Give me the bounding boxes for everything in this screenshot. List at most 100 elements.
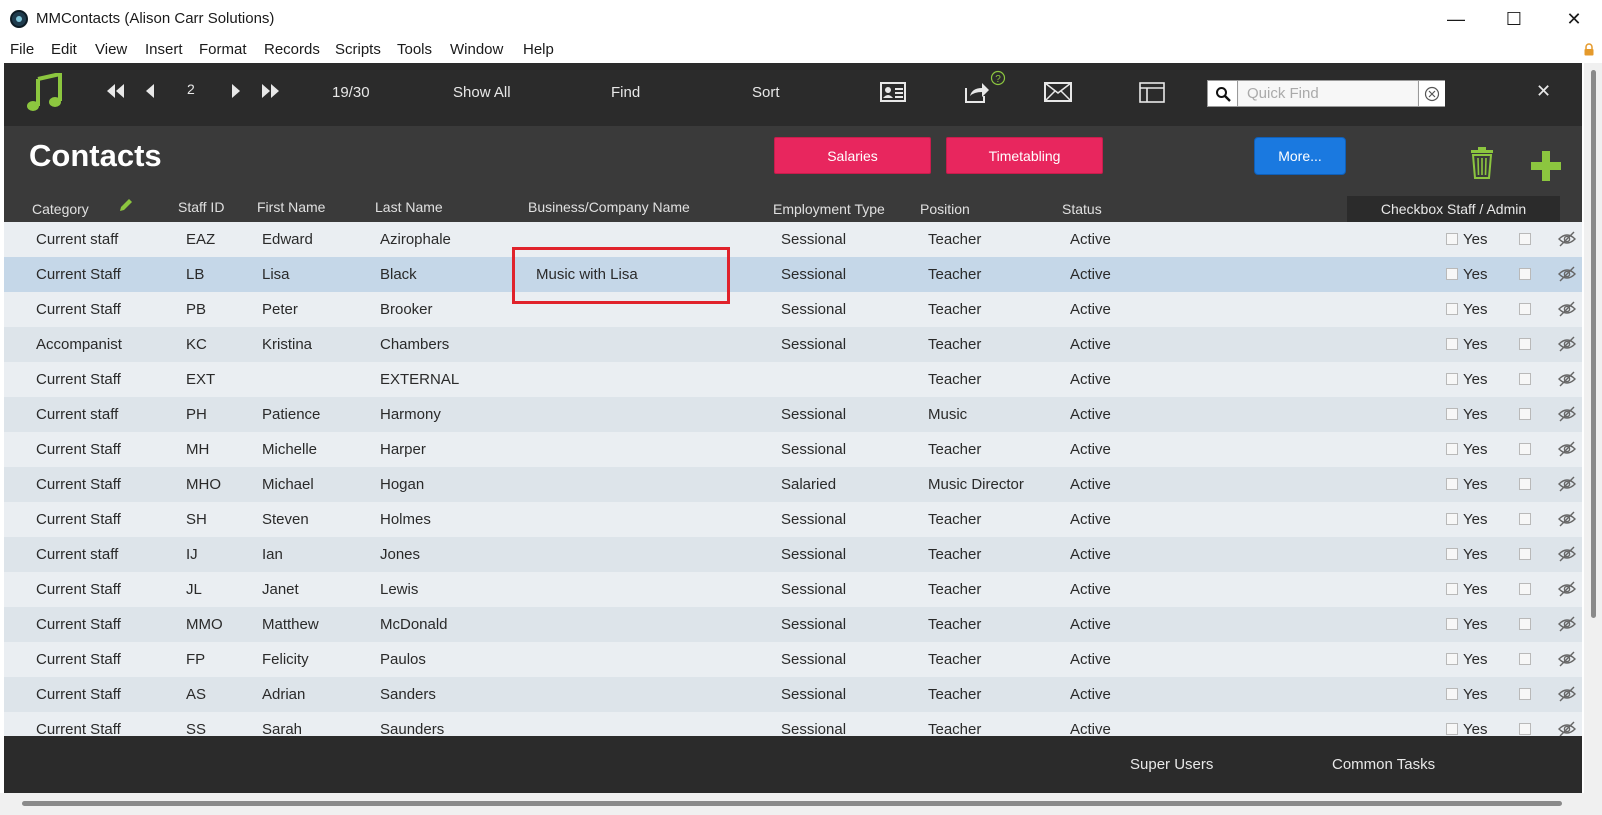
- menu-tools[interactable]: Tools: [397, 41, 432, 58]
- cell-category[interactable]: Current Staff: [36, 616, 121, 633]
- cell-staff-yes[interactable]: Yes: [1463, 686, 1487, 703]
- cell-first-name[interactable]: Patience: [262, 406, 320, 423]
- cell-first-name[interactable]: Edward: [262, 231, 313, 248]
- cell-employment-type[interactable]: Sessional: [781, 686, 846, 703]
- column-first-name[interactable]: First Name: [257, 199, 325, 215]
- cell-first-name[interactable]: Michelle: [262, 441, 317, 458]
- cell-category[interactable]: Current staff: [36, 231, 118, 248]
- clear-search-icon[interactable]: [1418, 81, 1445, 106]
- cell-status[interactable]: Active: [1070, 266, 1111, 283]
- quick-find-input[interactable]: [1239, 81, 1417, 106]
- menu-view[interactable]: View: [95, 41, 127, 58]
- cell-staff-yes[interactable]: Yes: [1463, 546, 1487, 563]
- cell-staff-yes[interactable]: Yes: [1463, 301, 1487, 318]
- timetabling-button[interactable]: Timetabling: [946, 137, 1103, 174]
- cell-status[interactable]: Active: [1070, 301, 1111, 318]
- cell-status[interactable]: Active: [1070, 406, 1111, 423]
- edit-pencil-icon[interactable]: [118, 197, 134, 213]
- cell-status[interactable]: Active: [1070, 476, 1111, 493]
- menu-edit[interactable]: Edit: [51, 41, 77, 58]
- cell-category[interactable]: Current Staff: [36, 266, 121, 283]
- cell-first-name[interactable]: Ian: [262, 546, 283, 563]
- admin-checkbox[interactable]: [1519, 548, 1531, 560]
- cell-staff-id[interactable]: AS: [186, 686, 206, 703]
- staff-checkbox[interactable]: [1446, 478, 1458, 490]
- cell-staff-yes[interactable]: Yes: [1463, 336, 1487, 353]
- cell-last-name[interactable]: Saunders: [380, 721, 444, 736]
- staff-checkbox[interactable]: [1446, 583, 1458, 595]
- hide-eye-icon[interactable]: [1557, 510, 1577, 528]
- hide-eye-icon[interactable]: [1557, 685, 1577, 703]
- staff-checkbox[interactable]: [1446, 303, 1458, 315]
- super-users-button[interactable]: Super Users: [1130, 756, 1213, 773]
- help-icon[interactable]: ?: [990, 70, 1006, 86]
- cell-staff-yes[interactable]: Yes: [1463, 231, 1487, 248]
- cell-category[interactable]: Current Staff: [36, 581, 121, 598]
- column-staff-id[interactable]: Staff ID: [178, 199, 224, 215]
- cell-employment-type[interactable]: Sessional: [781, 616, 846, 633]
- table-row[interactable]: Current Staff JL Janet Lewis Sessional Teache…: [4, 572, 1582, 607]
- cell-position[interactable]: Teacher: [928, 336, 981, 353]
- layout-icon[interactable]: [1139, 82, 1165, 103]
- column-category[interactable]: Category: [32, 201, 89, 217]
- cell-staff-id[interactable]: PB: [186, 301, 206, 318]
- table-row[interactable]: Current staff EAZ Edward Azirophale Sessiona…: [4, 222, 1582, 257]
- cell-staff-id[interactable]: EAZ: [186, 231, 215, 248]
- hide-eye-icon[interactable]: [1557, 720, 1577, 736]
- show-all-button[interactable]: Show All: [453, 84, 511, 101]
- table-row[interactable]: Current Staff EXT EXTERNAL Teacher Active Yes: [4, 362, 1582, 397]
- admin-checkbox[interactable]: [1519, 513, 1531, 525]
- column-position[interactable]: Position: [920, 201, 970, 217]
- contact-card-icon[interactable]: [880, 82, 906, 102]
- cell-status[interactable]: Active: [1070, 441, 1111, 458]
- hide-eye-icon[interactable]: [1557, 580, 1577, 598]
- cell-status[interactable]: Active: [1070, 231, 1111, 248]
- cell-status[interactable]: Active: [1070, 371, 1111, 388]
- cell-first-name[interactable]: Felicity: [262, 651, 309, 668]
- cell-status[interactable]: Active: [1070, 336, 1111, 353]
- staff-checkbox[interactable]: [1446, 513, 1458, 525]
- cell-first-name[interactable]: Sarah: [262, 721, 302, 736]
- cell-employment-type[interactable]: Sessional: [781, 651, 846, 668]
- staff-checkbox[interactable]: [1446, 408, 1458, 420]
- staff-checkbox[interactable]: [1446, 548, 1458, 560]
- previous-record-icon[interactable]: [145, 84, 155, 98]
- cell-last-name[interactable]: EXTERNAL: [380, 371, 459, 388]
- cell-first-name[interactable]: Janet: [262, 581, 299, 598]
- cell-status[interactable]: Active: [1070, 686, 1111, 703]
- table-row[interactable]: Current Staff MH Michelle Harper Sessional Te…: [4, 432, 1582, 467]
- admin-checkbox[interactable]: [1519, 303, 1531, 315]
- cell-staff-yes[interactable]: Yes: [1463, 371, 1487, 388]
- table-row[interactable]: Current Staff FP Felicity Paulos Sessional Te…: [4, 642, 1582, 677]
- admin-checkbox[interactable]: [1519, 618, 1531, 630]
- staff-checkbox[interactable]: [1446, 373, 1458, 385]
- cell-category[interactable]: Current Staff: [36, 686, 121, 703]
- cell-last-name[interactable]: Azirophale: [380, 231, 451, 248]
- cell-employment-type[interactable]: Sessional: [781, 336, 846, 353]
- cell-first-name[interactable]: Steven: [262, 511, 309, 528]
- admin-checkbox[interactable]: [1519, 478, 1531, 490]
- cell-staff-yes[interactable]: Yes: [1463, 581, 1487, 598]
- cell-status[interactable]: Active: [1070, 581, 1111, 598]
- cell-staff-id[interactable]: EXT: [186, 371, 215, 388]
- cell-last-name[interactable]: Black: [380, 266, 417, 283]
- cell-category[interactable]: Current Staff: [36, 476, 121, 493]
- table-row[interactable]: Current Staff MHO Michael Hogan Salaried Musi…: [4, 467, 1582, 502]
- menu-file[interactable]: File: [10, 41, 34, 58]
- cell-position[interactable]: Teacher: [928, 616, 981, 633]
- admin-checkbox[interactable]: [1519, 373, 1531, 385]
- cell-staff-yes[interactable]: Yes: [1463, 511, 1487, 528]
- cell-employment-type[interactable]: Sessional: [781, 266, 846, 283]
- close-window-button[interactable]: ✕: [1552, 4, 1596, 34]
- cell-staff-yes[interactable]: Yes: [1463, 476, 1487, 493]
- cell-position[interactable]: Music Director: [928, 476, 1024, 493]
- admin-checkbox[interactable]: [1519, 653, 1531, 665]
- admin-checkbox[interactable]: [1519, 583, 1531, 595]
- hide-eye-icon[interactable]: [1557, 370, 1577, 388]
- cell-staff-id[interactable]: PH: [186, 406, 207, 423]
- column-company[interactable]: Business/Company Name: [528, 199, 690, 215]
- cell-staff-yes[interactable]: Yes: [1463, 651, 1487, 668]
- table-row[interactable]: Current Staff LB Lisa Black Music with Lisa S…: [4, 257, 1582, 292]
- staff-checkbox[interactable]: [1446, 268, 1458, 280]
- menu-format[interactable]: Format: [199, 41, 247, 58]
